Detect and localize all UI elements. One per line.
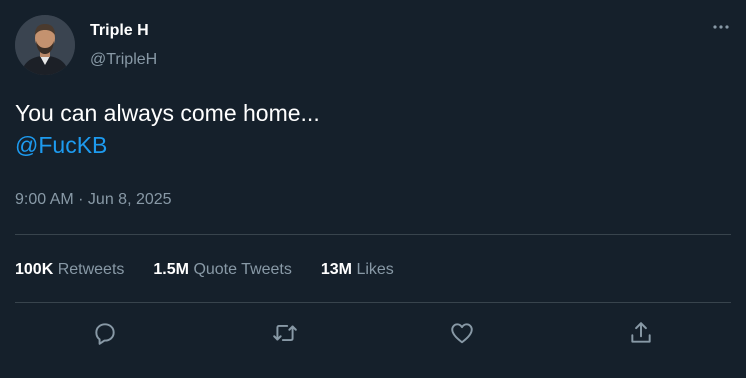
tweet-timestamp[interactable]: 9:00 AM · Jun 8, 2025 bbox=[15, 191, 172, 209]
likes-stat[interactable]: 13M Likes bbox=[321, 261, 394, 279]
heart-icon bbox=[451, 323, 473, 344]
share-icon bbox=[631, 322, 651, 343]
share-button[interactable] bbox=[626, 318, 656, 348]
retweet-icon bbox=[273, 324, 297, 342]
more-options-icon bbox=[713, 25, 729, 29]
likes-label: Likes bbox=[356, 261, 394, 278]
divider bbox=[15, 302, 731, 303]
tweet-detail: Triple H @TripleH You can always come ho… bbox=[0, 0, 746, 378]
action-bar bbox=[0, 318, 746, 348]
avatar-image bbox=[15, 15, 75, 75]
more-options-button[interactable] bbox=[710, 16, 732, 38]
retweets-count: 100K bbox=[15, 261, 54, 278]
retweets-stat[interactable]: 100K Retweets bbox=[15, 261, 124, 279]
mention-link[interactable]: @FucKB bbox=[15, 129, 320, 161]
retweet-button[interactable] bbox=[270, 318, 300, 348]
reply-button[interactable] bbox=[90, 318, 120, 348]
quote-tweets-stat[interactable]: 1.5M Quote Tweets bbox=[153, 261, 291, 279]
tweet-text-line: You can always come home... bbox=[15, 100, 320, 126]
divider bbox=[15, 234, 731, 235]
likes-count: 13M bbox=[320, 261, 352, 278]
reply-icon bbox=[95, 323, 115, 345]
tweet-stats: 100K Retweets 1.5M Quote Tweets 13M Like… bbox=[15, 261, 423, 279]
author-display-name[interactable]: Triple H bbox=[90, 22, 149, 40]
quote-tweets-count: 1.5M bbox=[153, 261, 189, 278]
tweet-text: You can always come home... @FucKB bbox=[15, 97, 320, 161]
retweets-label: Retweets bbox=[57, 261, 125, 278]
author-handle[interactable]: @TripleH bbox=[90, 51, 157, 69]
quote-tweets-label: Quote Tweets bbox=[193, 261, 292, 278]
avatar[interactable] bbox=[15, 15, 75, 75]
like-button[interactable] bbox=[447, 318, 477, 348]
